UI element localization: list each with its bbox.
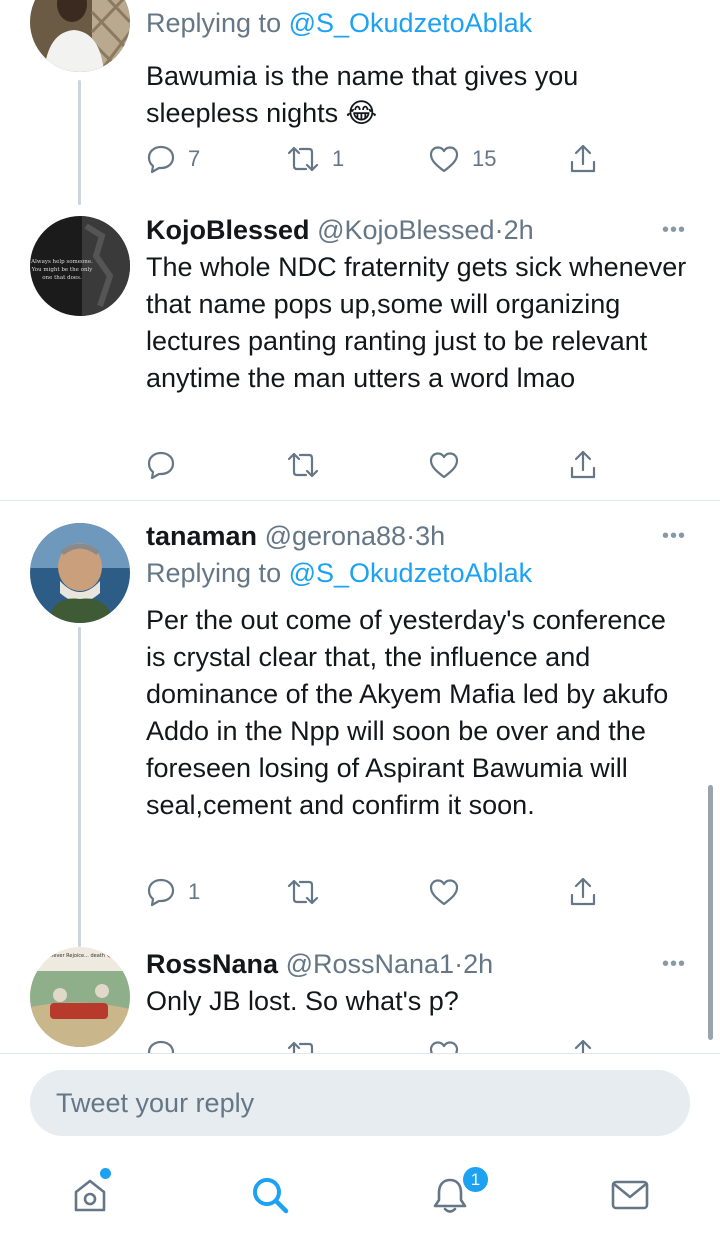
display-name[interactable]: KojoBlessed xyxy=(146,215,310,245)
retweet-button[interactable] xyxy=(286,1037,320,1053)
heart-icon xyxy=(429,146,459,173)
messages-icon xyxy=(611,1180,649,1210)
avatar[interactable] xyxy=(30,523,130,623)
scrollbar[interactable] xyxy=(708,785,713,1040)
avatar-quote-line: one that does. xyxy=(42,275,82,281)
retweet-button[interactable] xyxy=(286,448,320,482)
reply-icon xyxy=(147,1040,175,1053)
share-button[interactable] xyxy=(568,1037,598,1053)
like-count: 15 xyxy=(472,146,497,171)
tweet-4[interactable]: ...will never Rejoice... death 💔😂😂 RossN… xyxy=(0,941,720,1053)
tweet-1[interactable]: Replying to @S_OkudzetoAblak Bawumia is … xyxy=(0,0,720,205)
thread-line xyxy=(78,80,81,205)
mention-link[interactable]: @S_OkudzetoAblak xyxy=(289,558,533,588)
tweet-actions: 7 1 15 xyxy=(146,142,606,176)
tweet-3[interactable]: tanaman @gerona88·3h Replying to @S_Okud… xyxy=(0,501,720,947)
tweet-header: RossNana @RossNana1·2h xyxy=(146,947,690,981)
heart-icon xyxy=(429,879,459,906)
replying-label: Replying to xyxy=(146,558,282,588)
replying-to: Replying to @S_OkudzetoAblak xyxy=(146,6,690,40)
search-icon xyxy=(253,1178,289,1214)
retweet-button[interactable] xyxy=(286,875,320,909)
tweet-actions: 1 xyxy=(146,875,606,909)
heart-icon xyxy=(429,1041,459,1053)
tweet-header: KojoBlessed @KojoBlessed·2h xyxy=(146,213,690,247)
replying-to: Replying to @S_OkudzetoAblak xyxy=(146,556,690,590)
bottom-tab-bar xyxy=(0,1153,720,1243)
reply-count: 7 xyxy=(188,146,201,171)
avatar[interactable]: Always help someone. You might be the on… xyxy=(30,216,130,316)
retweet-icon xyxy=(287,452,319,478)
retweet-icon xyxy=(287,1041,314,1053)
notification-badge: 1 xyxy=(461,1165,490,1194)
reply-icon xyxy=(147,451,175,480)
tweet-text: Per the out come of yesterday's conferen… xyxy=(146,605,669,820)
thread-line xyxy=(78,627,81,947)
reply-icon xyxy=(147,878,175,907)
replying-label: Replying to xyxy=(146,8,282,38)
reply-input[interactable]: Tweet your reply xyxy=(30,1070,690,1136)
reply-button[interactable] xyxy=(146,1037,176,1053)
reply-button[interactable]: 7 xyxy=(146,142,200,176)
reply-icon xyxy=(147,145,175,174)
display-name[interactable]: tanaman xyxy=(146,521,257,551)
mention-link[interactable]: @S_OkudzetoAblak xyxy=(289,8,533,38)
avatar[interactable] xyxy=(30,0,130,72)
like-button[interactable] xyxy=(428,448,460,482)
reply-count: 1 xyxy=(188,879,201,904)
tab-search[interactable] xyxy=(246,1171,294,1219)
retweet-count: 1 xyxy=(332,146,345,171)
more-options-icon[interactable]: ••• xyxy=(662,525,686,548)
tweet-header: tanaman @gerona88·3h xyxy=(146,519,690,553)
tweet-actions xyxy=(146,448,606,482)
reply-button[interactable]: 1 xyxy=(146,875,200,909)
tweet-2[interactable]: Always help someone. You might be the on… xyxy=(0,200,720,500)
separator-dot: · xyxy=(406,521,416,551)
tweet-actions xyxy=(146,1037,606,1053)
share-button[interactable] xyxy=(568,448,598,482)
new-tweets-indicator xyxy=(100,1168,111,1179)
home-icon xyxy=(74,1179,106,1212)
share-icon xyxy=(570,144,596,173)
like-button[interactable] xyxy=(428,875,460,909)
retweet-icon xyxy=(287,146,319,172)
avatar-quote-line: You might be the only xyxy=(31,267,94,273)
retweet-button[interactable]: 1 xyxy=(286,142,344,176)
tweet-text: Only JB lost. So what's p? xyxy=(146,986,459,1016)
avatar-quote-line: Always help someone. xyxy=(30,259,93,265)
more-options-icon[interactable]: ••• xyxy=(662,953,686,976)
conversation-timeline[interactable]: Replying to @S_OkudzetoAblak Bawumia is … xyxy=(0,0,720,1053)
reply-bar: Tweet your reply xyxy=(0,1053,720,1153)
avatar[interactable]: ...will never Rejoice... death 💔😂😂 xyxy=(30,947,130,1047)
share-icon xyxy=(570,877,596,906)
share-icon xyxy=(570,450,596,479)
tab-messages[interactable] xyxy=(606,1171,654,1219)
more-options-icon[interactable]: ••• xyxy=(662,219,686,242)
share-button[interactable] xyxy=(568,875,598,909)
reply-button[interactable] xyxy=(146,448,176,482)
username[interactable]: @KojoBlessed xyxy=(317,215,495,245)
separator-dot: · xyxy=(454,949,464,979)
timestamp: 2h xyxy=(463,949,494,979)
display-name[interactable]: RossNana xyxy=(146,949,278,979)
share-button[interactable] xyxy=(568,142,598,176)
retweet-icon xyxy=(287,879,319,905)
avatar-caption: ...will never Rejoice... death 💔😂😂 xyxy=(36,952,125,959)
tweet-text: Bawumia is the name that gives you sleep… xyxy=(146,61,579,128)
share-icon xyxy=(574,1039,592,1053)
username[interactable]: @gerona88 xyxy=(265,521,407,551)
heart-icon xyxy=(429,452,459,479)
tweet-text: The whole NDC fraternity gets sick whene… xyxy=(146,252,687,393)
like-button[interactable] xyxy=(428,1037,460,1053)
username[interactable]: @RossNana1 xyxy=(286,949,455,979)
timestamp: 3h xyxy=(415,521,446,551)
timestamp: 2h xyxy=(503,215,534,245)
separator-dot: · xyxy=(494,215,504,245)
like-button[interactable]: 15 xyxy=(428,142,496,176)
